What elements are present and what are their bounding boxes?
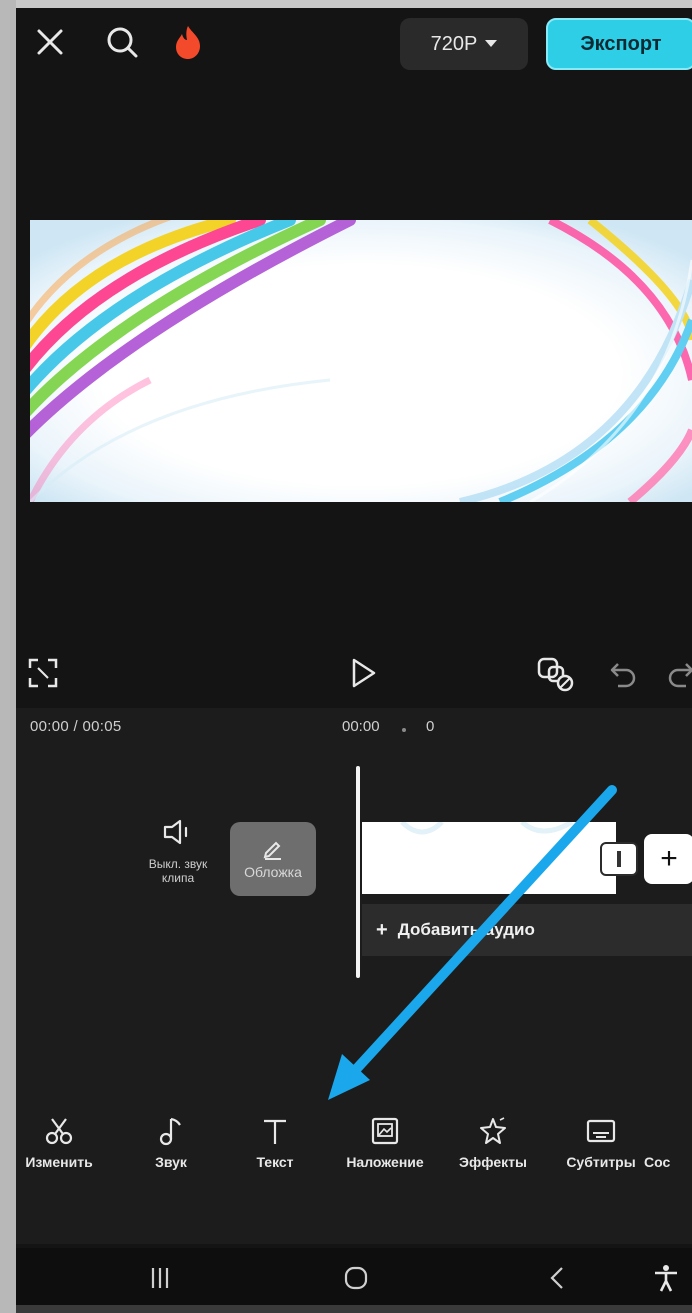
add-audio-label: Добавить аудио	[397, 920, 535, 939]
mute-clip-audio-label: Выкл. звук клипа	[120, 857, 236, 885]
tool-effects[interactable]: Эффекты	[438, 1116, 548, 1170]
mute-label-line2: клипа	[161, 871, 195, 885]
tool-subtitles[interactable]: Субтитры	[546, 1116, 656, 1170]
redo-icon	[668, 663, 692, 688]
preview-frame-image	[30, 220, 692, 502]
overlay-icon	[371, 1117, 399, 1145]
fullscreen-button[interactable]	[26, 656, 60, 690]
scissors-icon	[45, 1118, 73, 1145]
keyframe-button[interactable]	[536, 654, 576, 694]
mute-clip-audio-button[interactable]: Выкл. звук клипа	[120, 818, 236, 885]
tool-edit[interactable]: Изменить	[16, 1116, 114, 1170]
time-display: 00:00 / 00:05	[30, 718, 122, 735]
page-frame-top	[0, 0, 692, 8]
export-button[interactable]: Экспорт	[546, 18, 692, 70]
app-screen: 720P Экспорт 00:00 / 00:05 00:00 0 Выкл.…	[16, 8, 692, 1305]
caret-down-icon	[485, 40, 498, 47]
accessibility-icon[interactable]	[652, 1264, 680, 1292]
bottom-toolbar: Изменить Звук Текст Наложение Эффекты Су…	[16, 1116, 692, 1196]
speaker-icon	[163, 819, 188, 845]
page-frame-left	[0, 0, 16, 1313]
undo-button[interactable]	[608, 658, 638, 688]
tool-overlay-label: Наложение	[346, 1154, 424, 1170]
close-button[interactable]	[30, 22, 70, 62]
video-preview[interactable]	[30, 220, 692, 502]
tool-effects-label: Эффекты	[459, 1154, 527, 1170]
fullscreen-icon	[28, 658, 58, 688]
recent-apps-icon[interactable]	[146, 1264, 174, 1292]
search-icon	[107, 27, 138, 58]
clip-trim-handle[interactable]	[600, 842, 638, 876]
pencil-icon	[263, 841, 281, 860]
trim-handle-bar	[617, 851, 621, 867]
music-note-icon	[159, 1117, 181, 1146]
text-icon	[264, 1119, 286, 1144]
keyframe-link-icon	[537, 657, 574, 692]
add-clip-button[interactable]: +	[644, 834, 692, 884]
plus-icon: +	[660, 842, 678, 875]
resolution-value: 720P	[430, 32, 478, 55]
resolution-dropdown[interactable]: 720P	[400, 18, 528, 70]
tool-audio[interactable]: Звук	[116, 1116, 226, 1170]
add-audio-button[interactable]: + Добавить аудио	[362, 904, 692, 956]
play-button[interactable]	[346, 656, 380, 690]
clip-thumbnail	[362, 819, 616, 894]
tool-edit-label: Изменить	[25, 1154, 93, 1170]
tool-more-icon-placeholder	[644, 1116, 674, 1146]
tool-more-label: Сос	[644, 1154, 671, 1170]
cover-button[interactable]: Обложка	[230, 822, 316, 896]
close-icon	[37, 29, 63, 55]
system-navigation-bar	[16, 1248, 692, 1305]
plus-icon: +	[376, 918, 388, 941]
tool-subtitles-label: Субтитры	[566, 1154, 636, 1170]
home-icon[interactable]	[342, 1264, 370, 1292]
tool-text-label: Текст	[256, 1154, 294, 1170]
ruler-start-label: 00:00	[342, 718, 380, 735]
flame-icon	[176, 26, 200, 59]
play-icon	[352, 658, 376, 688]
mute-label-line1: Выкл. звук	[148, 857, 208, 871]
effects-star-icon	[480, 1117, 506, 1144]
ruler-dot	[402, 728, 406, 732]
tool-more[interactable]: Сос	[644, 1116, 692, 1170]
playhead[interactable]	[356, 766, 360, 978]
undo-icon	[610, 663, 636, 688]
search-button[interactable]	[102, 22, 142, 62]
back-icon[interactable]	[544, 1264, 572, 1292]
tool-overlay[interactable]: Наложение	[330, 1116, 440, 1170]
ruler-next-label: 0	[426, 718, 435, 735]
tool-audio-label: Звук	[155, 1154, 187, 1170]
tool-text[interactable]: Текст	[220, 1116, 330, 1170]
redo-button[interactable]	[666, 658, 692, 688]
subtitles-icon	[586, 1119, 616, 1143]
cover-label: Обложка	[244, 864, 302, 880]
trending-button[interactable]	[168, 22, 208, 62]
video-clip-track[interactable]	[362, 819, 616, 894]
